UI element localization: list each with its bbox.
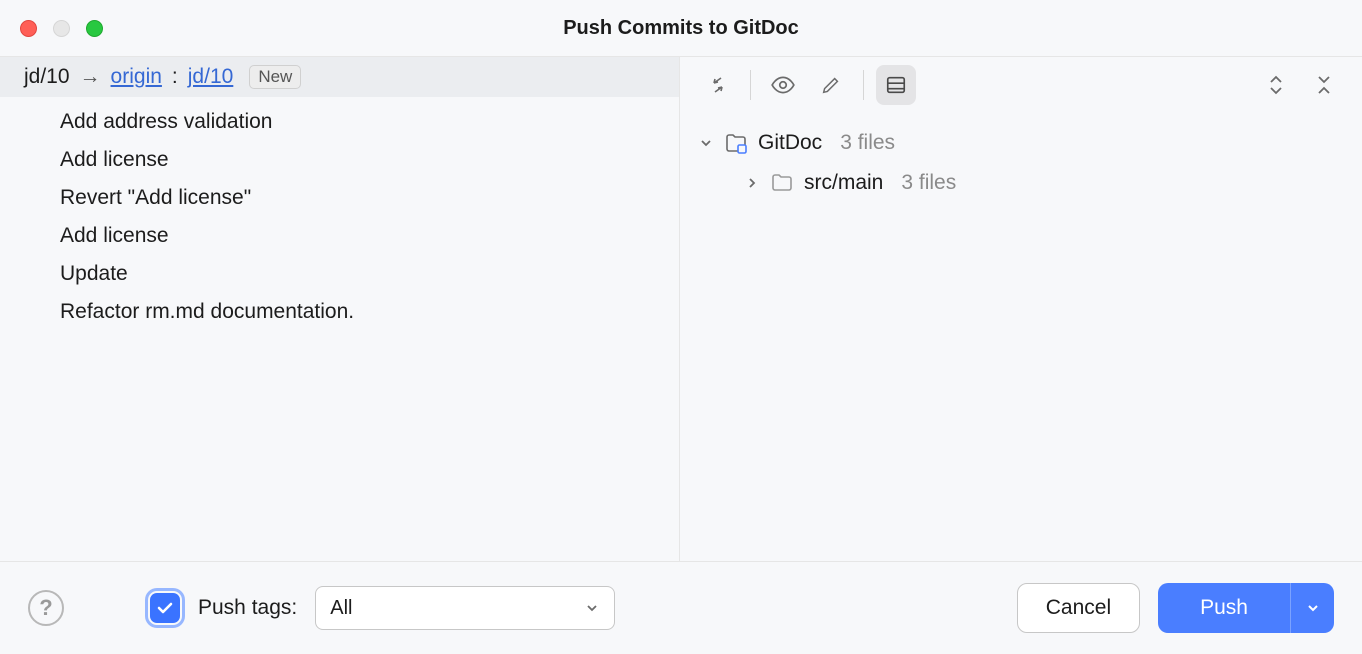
arrow-right-icon: →	[80, 65, 101, 89]
tree-root-count: 3 files	[840, 123, 895, 163]
commit-item[interactable]: Add license	[60, 141, 679, 179]
tree-child-row[interactable]: src/main 3 files	[698, 163, 1344, 203]
cancel-button[interactable]: Cancel	[1017, 583, 1140, 633]
tree-root-row[interactable]: GitDoc 3 files	[698, 123, 1344, 163]
chevron-down-icon	[584, 600, 600, 616]
help-button[interactable]: ?	[28, 590, 64, 626]
files-toolbar	[680, 57, 1362, 113]
minimize-window-button[interactable]	[53, 20, 70, 37]
dialog-body: jd/10 → origin : jd/10 New Add address v…	[0, 56, 1362, 562]
commit-item[interactable]: Revert "Add license"	[60, 179, 679, 217]
tree-child-name: src/main	[804, 163, 883, 203]
titlebar: Push Commits to GitDoc	[0, 0, 1362, 56]
push-button[interactable]: Push	[1158, 583, 1290, 633]
push-tags-checkbox[interactable]	[150, 593, 180, 623]
project-folder-icon	[724, 132, 748, 154]
commits-list: Add address validation Add license Rever…	[0, 97, 679, 337]
push-tags-label: Push tags:	[198, 596, 297, 620]
folder-icon	[770, 173, 794, 193]
toolbar-separator	[863, 70, 864, 100]
remote-branch-link[interactable]: jd/10	[188, 65, 234, 89]
chevron-down-icon[interactable]	[698, 135, 714, 151]
push-button-group: Push	[1158, 583, 1334, 633]
commits-panel: jd/10 → origin : jd/10 New Add address v…	[0, 57, 680, 561]
expand-all-icon[interactable]	[1256, 65, 1296, 105]
push-button-dropdown[interactable]	[1290, 583, 1334, 633]
push-tags-value: All	[330, 597, 352, 620]
local-branch-label: jd/10	[24, 65, 70, 89]
collapse-all-icon[interactable]	[1304, 65, 1344, 105]
new-badge: New	[249, 65, 301, 89]
tree-root-name: GitDoc	[758, 123, 822, 163]
push-button-label: Push	[1200, 596, 1248, 620]
edit-source-icon[interactable]	[811, 65, 851, 105]
cancel-button-label: Cancel	[1046, 596, 1111, 620]
push-commits-dialog: Push Commits to GitDoc jd/10 → origin : …	[0, 0, 1362, 654]
group-by-directory-icon[interactable]	[876, 65, 916, 105]
remote-link[interactable]: origin	[111, 65, 162, 89]
preview-diff-icon[interactable]	[763, 65, 803, 105]
tree-child-count: 3 files	[901, 163, 956, 203]
dialog-footer: ? Push tags: All Cancel Push	[0, 562, 1362, 654]
maximize-window-button[interactable]	[86, 20, 103, 37]
files-panel: GitDoc 3 files src/main 3 files	[680, 57, 1362, 561]
commit-item[interactable]: Refactor rm.md documentation.	[60, 293, 679, 331]
window-controls	[20, 20, 103, 37]
branch-header[interactable]: jd/10 → origin : jd/10 New	[0, 57, 679, 97]
colon: :	[172, 65, 178, 89]
close-window-button[interactable]	[20, 20, 37, 37]
toolbar-separator	[750, 70, 751, 100]
commit-item[interactable]: Add license	[60, 217, 679, 255]
commit-item[interactable]: Update	[60, 255, 679, 293]
push-tags-select[interactable]: All	[315, 586, 615, 630]
chevron-right-icon[interactable]	[744, 175, 760, 191]
dialog-title: Push Commits to GitDoc	[0, 17, 1362, 40]
commit-item[interactable]: Add address validation	[60, 103, 679, 141]
collapse-diff-icon[interactable]	[698, 65, 738, 105]
file-tree: GitDoc 3 files src/main 3 files	[680, 113, 1362, 213]
